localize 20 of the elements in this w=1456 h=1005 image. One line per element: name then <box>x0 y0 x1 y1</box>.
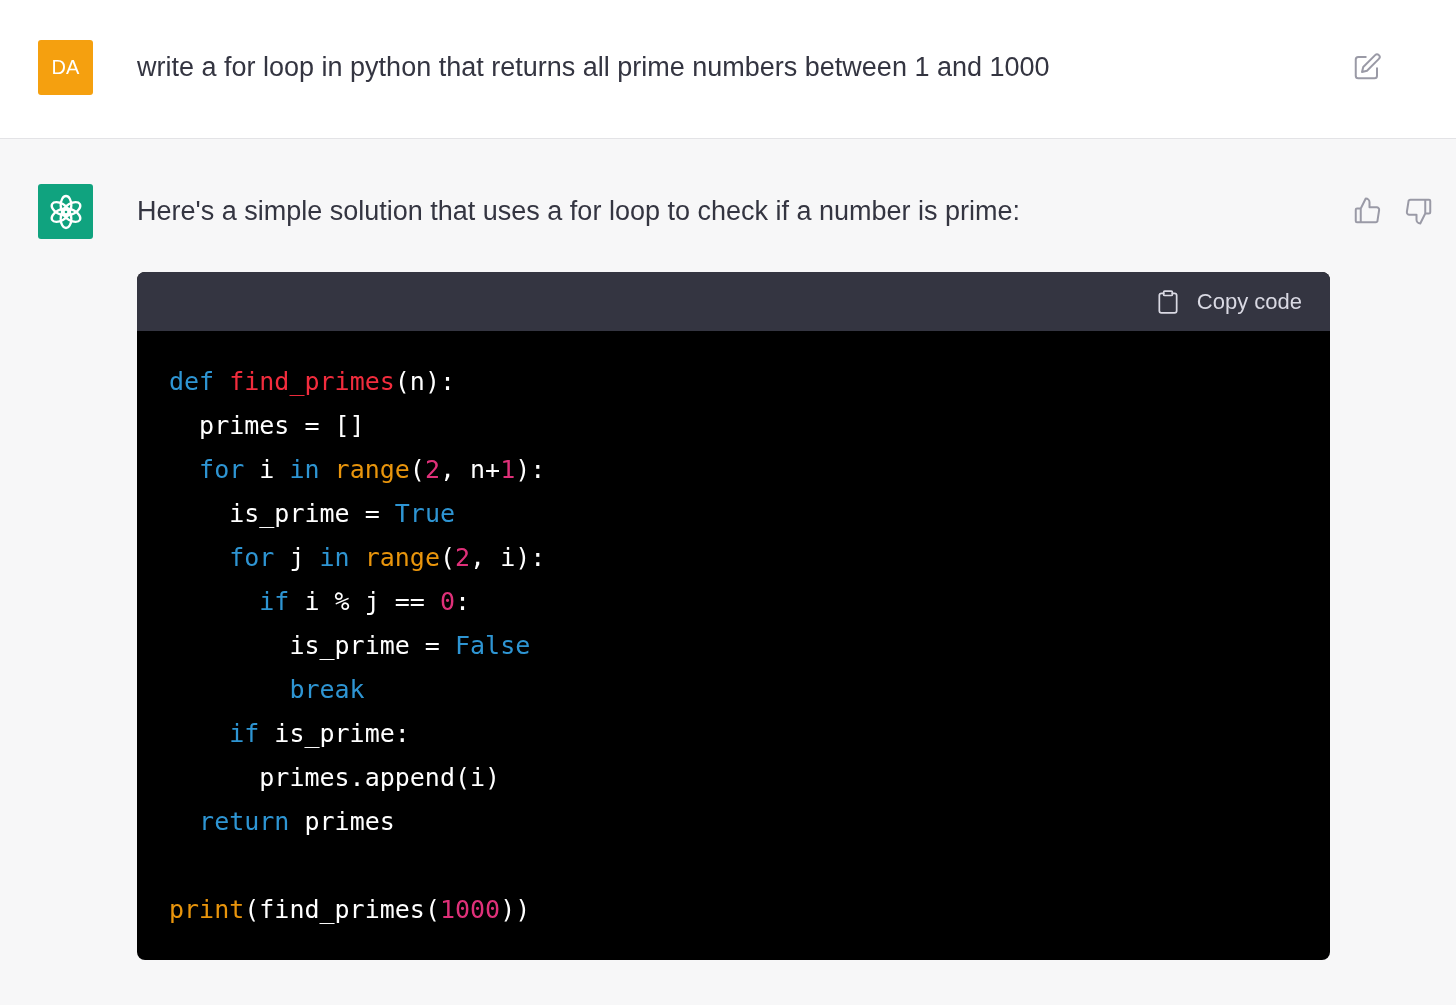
code-line: if is_prime: <box>228 718 410 750</box>
code-line: print(find_primes(1000)) <box>169 894 531 926</box>
user-avatar: DA <box>38 40 93 95</box>
code-line: def find_primes(n): <box>169 366 455 398</box>
code-line: for i in range(2, n+1): <box>198 454 546 486</box>
code-line: for j in range(2, i): <box>228 542 546 574</box>
assistant-avatar <box>38 184 93 239</box>
code-line: primes.append(i) <box>258 762 501 794</box>
code-line: return primes <box>198 806 395 838</box>
thumbs-down-icon[interactable] <box>1404 196 1434 226</box>
thumbs-up-icon[interactable] <box>1352 196 1382 226</box>
code-line: if i % j == 0: <box>258 586 471 618</box>
message-text: write a for loop in python that returns all prime numbers between 1 and 1000 <box>137 51 1051 84</box>
code-line: break <box>288 674 365 706</box>
edit-icon[interactable] <box>1352 52 1382 82</box>
message-text: Here's a simple solution that uses a for loop to check if a number is prime: <box>137 195 1022 228</box>
code-line: is_prime = False <box>288 630 531 662</box>
copy-code-button[interactable]: Copy code <box>1154 287 1302 316</box>
code-line: is_prime = True <box>228 498 455 530</box>
code-line: primes = [] <box>198 410 365 442</box>
